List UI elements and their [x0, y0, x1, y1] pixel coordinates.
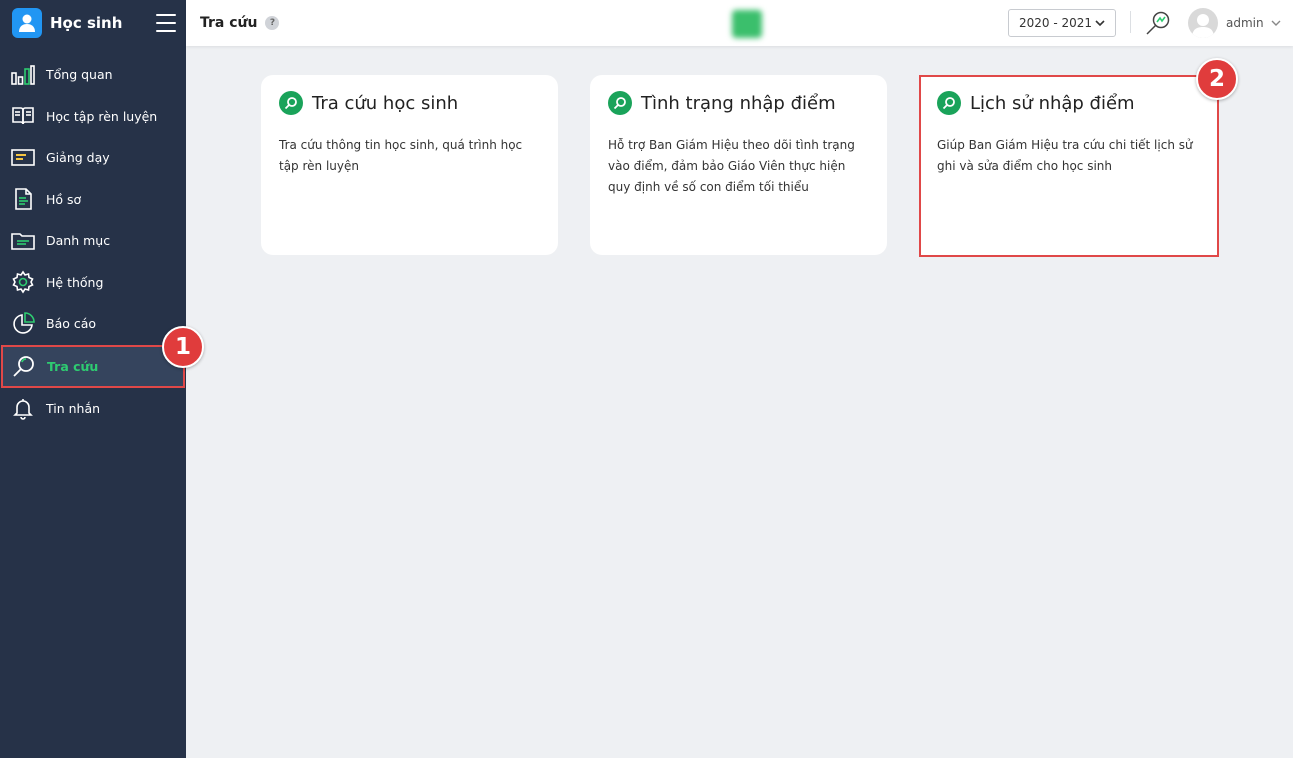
- card-title: Tình trạng nhập điểm: [641, 92, 836, 114]
- card-description: Hỗ trợ Ban Giám Hiệu theo dõi tình trạng…: [608, 138, 855, 194]
- pie-chart-icon: [10, 311, 36, 337]
- card-tra-cuu-hoc-sinh[interactable]: Tra cứu học sinh Tra cứu thông tin học s…: [261, 75, 558, 255]
- sidebar-item-label: Hồ sơ: [46, 191, 82, 207]
- search-icon: [937, 91, 961, 115]
- sidebar-header: Học sinh: [0, 0, 186, 46]
- book-icon: [10, 103, 36, 129]
- sidebar-item-ho-so[interactable]: Hồ sơ: [0, 179, 186, 221]
- school-year-value: 2020 - 2021: [1019, 16, 1093, 30]
- step-badge-2: 2: [1196, 58, 1238, 100]
- sidebar-item-label: Danh mục: [46, 233, 111, 249]
- search-icon: [279, 91, 303, 115]
- avatar: [1188, 8, 1218, 38]
- card-title: Lịch sử nhập điểm: [970, 92, 1135, 114]
- sidebar-item-tra-cuu[interactable]: Tra cứu: [1, 344, 185, 388]
- folder-icon: [10, 228, 36, 254]
- bar-chart-icon: [10, 62, 36, 88]
- bell-icon: [10, 395, 36, 421]
- school-year-select[interactable]: 2020 - 2021: [1008, 9, 1116, 37]
- sidebar-item-label: Học tập rèn luyện: [46, 108, 158, 124]
- whiteboard-icon: [10, 145, 36, 171]
- header-divider: [1130, 11, 1131, 33]
- sidebar-item-label: Tra cứu: [47, 358, 99, 374]
- sidebar-item-danh-muc[interactable]: Danh mục: [0, 220, 186, 262]
- step-badge-1: 1: [162, 326, 204, 368]
- sidebar-item-label: Tổng quan: [46, 67, 113, 83]
- top-bar: Tra cứu ? 2020 - 2021 admin: [186, 0, 1293, 46]
- sidebar-item-label: Tin nhắn: [46, 400, 101, 416]
- card-title: Tra cứu học sinh: [312, 92, 459, 114]
- sidebar-item-bao-cao[interactable]: Báo cáo: [0, 303, 186, 345]
- help-icon[interactable]: ?: [265, 16, 280, 30]
- sidebar-item-hoc-tap-ren-luyen[interactable]: Học tập rèn luyện: [0, 96, 186, 138]
- user-menu[interactable]: admin: [1188, 8, 1282, 38]
- app-logo-icon[interactable]: [12, 8, 42, 38]
- sidebar-item-tong-quan[interactable]: Tổng quan: [0, 54, 186, 96]
- chevron-down-icon: [1270, 14, 1282, 33]
- school-info: [732, 10, 970, 38]
- card-tinh-trang-nhap-diem[interactable]: Tình trạng nhập điểm Hỗ trợ Ban Giám Hiệ…: [590, 75, 887, 255]
- sidebar-item-label: Hệ thống: [46, 274, 104, 290]
- card-description: Tra cứu thông tin học sinh, quá trình họ…: [279, 138, 523, 173]
- search-icon: [11, 353, 37, 379]
- page-title: Tra cứu: [200, 15, 258, 31]
- menu-toggle-icon[interactable]: [156, 14, 176, 32]
- chevron-down-icon: [1094, 17, 1106, 32]
- search-icon: [608, 91, 632, 115]
- lookup-search-icon[interactable]: [1144, 9, 1172, 37]
- card-lich-su-nhap-diem[interactable]: Lịch sử nhập điểm Giúp Ban Giám Hiệu tra…: [919, 75, 1219, 257]
- app-name: Học sinh: [50, 14, 123, 32]
- gear-icon: [10, 269, 36, 295]
- card-description: Giúp Ban Giám Hiệu tra cứu chi tiết lịch…: [937, 138, 1193, 173]
- sidebar-nav: Tổng quan Học tập rèn luyện Giảng dạy Hồ…: [0, 54, 186, 429]
- school-logo: [732, 10, 762, 38]
- sidebar-item-label: Báo cáo: [46, 316, 97, 332]
- sidebar-item-tin-nhan[interactable]: Tin nhắn: [0, 388, 186, 430]
- document-icon: [10, 186, 36, 212]
- user-name: admin: [1226, 16, 1264, 30]
- sidebar: Học sinh Tổng quan Học tập rèn luyện Giả…: [0, 0, 186, 758]
- sidebar-item-he-thong[interactable]: Hệ thống: [0, 262, 186, 304]
- sidebar-item-giang-day[interactable]: Giảng dạy: [0, 137, 186, 179]
- sidebar-item-label: Giảng dạy: [46, 150, 110, 166]
